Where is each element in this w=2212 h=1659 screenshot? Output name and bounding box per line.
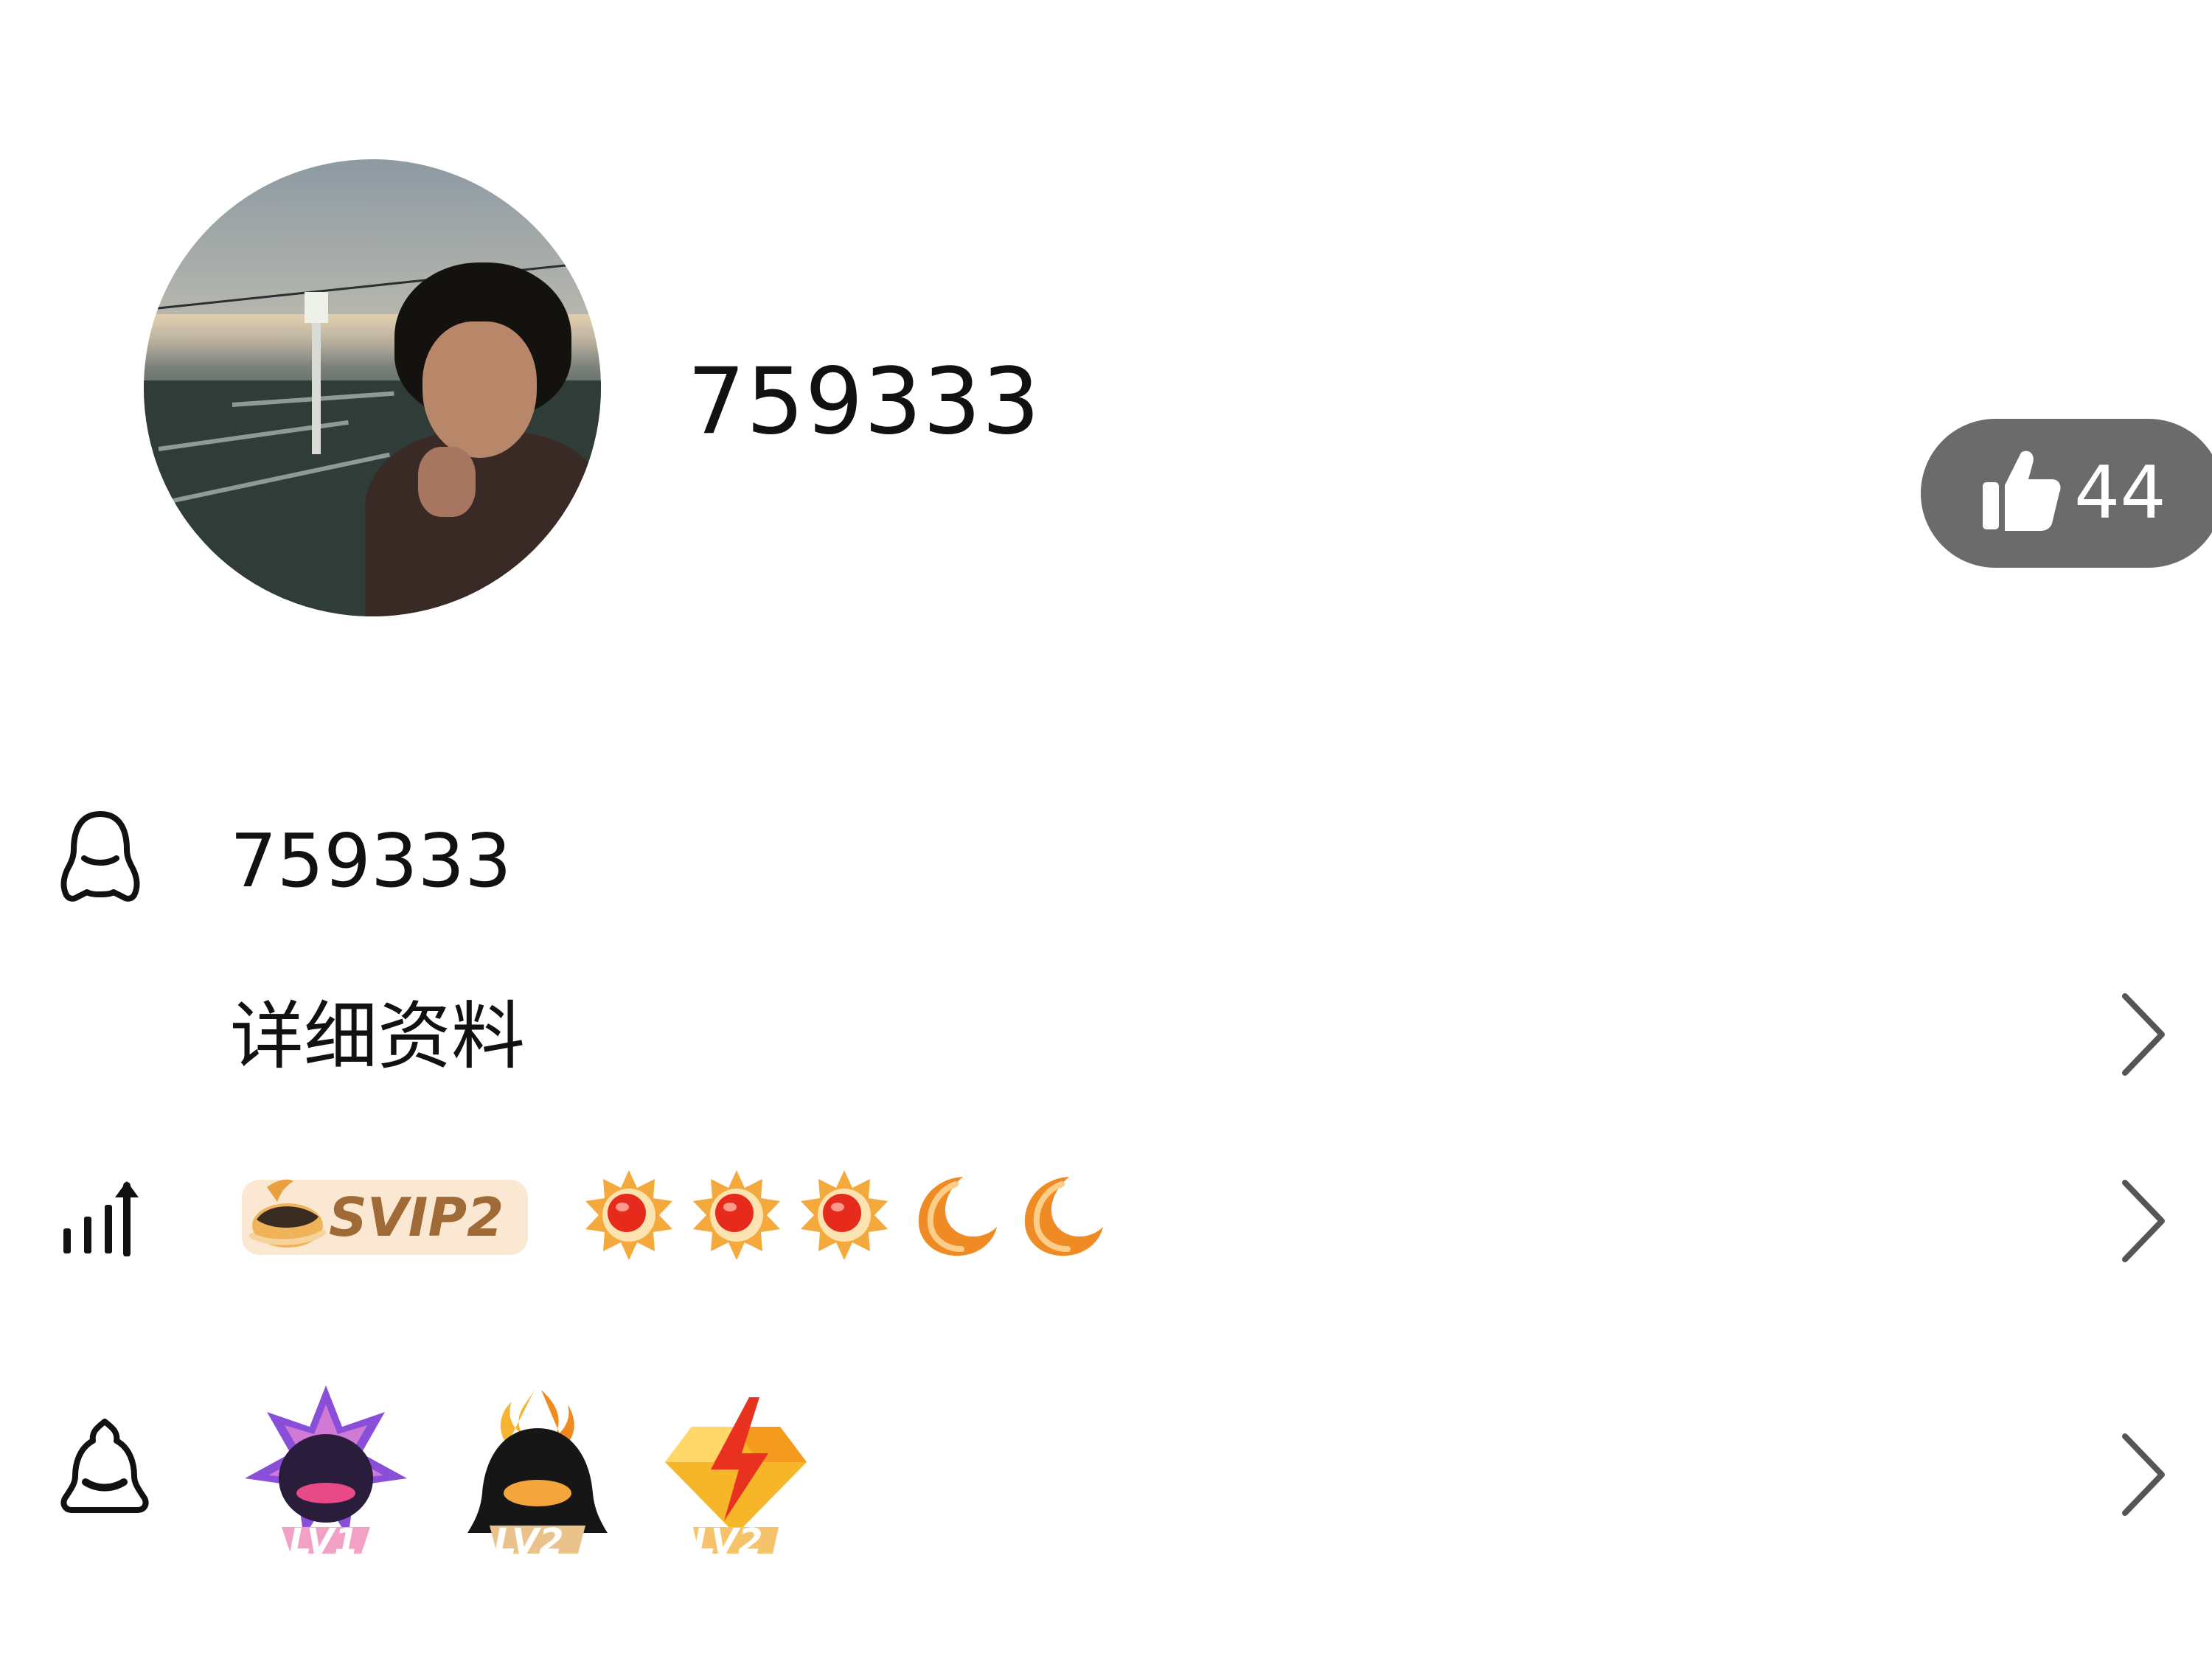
avatar-light xyxy=(305,292,328,323)
avatar[interactable] xyxy=(144,159,601,616)
like-count: 44 xyxy=(2074,451,2166,535)
purple-star-medal[interactable]: LV1 xyxy=(237,1382,414,1567)
display-name: 759333 xyxy=(687,349,1041,455)
qq-penguin-icon xyxy=(60,811,140,902)
avatar-person-hand xyxy=(418,447,476,517)
chevron-right-icon[interactable] xyxy=(2116,1430,2169,1519)
sun-icon xyxy=(693,1170,780,1260)
qq-number: 759333 xyxy=(230,818,512,904)
avatar-person-body xyxy=(365,432,601,616)
medal-level-label: LV1 xyxy=(289,1521,359,1562)
medal-level-label: LV2 xyxy=(693,1521,763,1562)
moon-icon xyxy=(918,1177,997,1256)
flame-penguin-medal[interactable]: LV2 xyxy=(460,1382,615,1567)
avatar-person-face xyxy=(422,321,537,458)
level-up-icon xyxy=(63,1181,139,1256)
detail-info-link[interactable]: 详细资料 xyxy=(230,992,525,1081)
medal-penguin-icon xyxy=(60,1419,149,1513)
svip-label: SVIP2 xyxy=(329,1186,504,1248)
chevron-right-icon[interactable] xyxy=(2116,990,2169,1079)
sun-icon xyxy=(585,1170,672,1260)
lightning-diamond-medal[interactable]: LV2 xyxy=(662,1382,810,1567)
thumbs-up-icon xyxy=(1983,451,2061,531)
chevron-right-icon[interactable] xyxy=(2116,1177,2169,1265)
moon-icon xyxy=(1024,1177,1103,1256)
svip-hat-icon xyxy=(249,1179,326,1248)
svip-badge[interactable]: SVIP2 xyxy=(242,1179,528,1255)
sun-icon xyxy=(801,1170,888,1260)
medal-level-label: LV2 xyxy=(494,1521,564,1562)
like-button[interactable]: 44 xyxy=(1921,419,2212,568)
